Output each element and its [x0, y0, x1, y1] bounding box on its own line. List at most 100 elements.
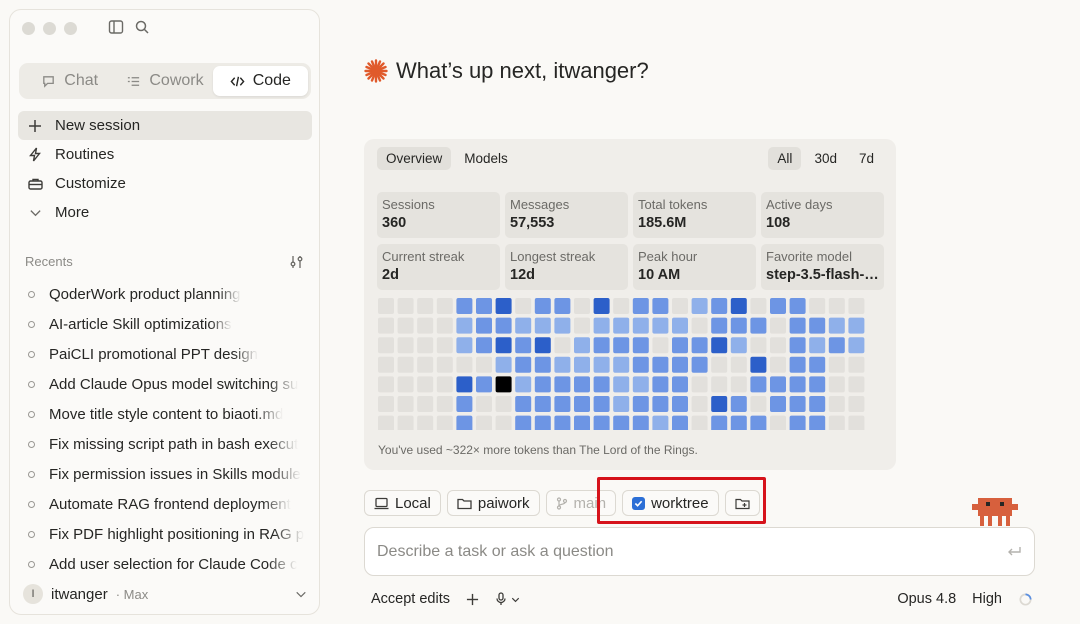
- plus-icon[interactable]: [466, 593, 479, 606]
- prompt-input[interactable]: [377, 542, 1006, 561]
- heatmap-cell: [593, 298, 610, 314]
- effort-selector[interactable]: High: [972, 591, 1002, 607]
- recent-session-item[interactable]: Fix permission issues in Skills module: [24, 459, 304, 489]
- enter-return-icon[interactable]: [1006, 545, 1022, 559]
- window-controls: [22, 22, 77, 35]
- session-status-icon: [28, 500, 35, 508]
- heatmap-cell: [809, 415, 826, 430]
- heatmap-cell: [378, 317, 394, 334]
- stats-grid: Sessions 360 Messages 57,553 Total tokens 185…: [377, 192, 884, 290]
- recent-session-item[interactable]: Fix PDF highlight positioning in RAG p: [24, 519, 304, 549]
- mode-code[interactable]: Code: [212, 66, 308, 96]
- heatmap-cell: [397, 356, 414, 373]
- heatmap-cell: [613, 317, 630, 334]
- recent-session-title: Fix PDF highlight positioning in RAG p: [49, 525, 304, 543]
- close-window-button[interactable]: [22, 22, 35, 35]
- heatmap-cell: [809, 317, 826, 334]
- heatmap-cell: [436, 317, 453, 334]
- activity-heatmap: [378, 298, 865, 430]
- recent-session-item[interactable]: Automate RAG frontend deployment: [24, 489, 304, 519]
- heatmap-cell: [515, 376, 532, 393]
- user-menu[interactable]: I itwanger · Max: [23, 583, 307, 605]
- heatmap-cell: [554, 337, 571, 354]
- folder-chip[interactable]: paiwork: [446, 490, 540, 516]
- stat-label: Messages: [510, 197, 570, 212]
- minimize-window-button[interactable]: [43, 22, 56, 35]
- heatmap-cell: [711, 337, 728, 354]
- heatmap-cell: [809, 356, 826, 373]
- sidebar-item-routines[interactable]: Routines: [18, 140, 312, 169]
- recent-session-item[interactable]: Move title style content to biaoti.md: [24, 399, 304, 429]
- recent-session-item[interactable]: QoderWork product planning: [24, 279, 304, 309]
- heatmap-cell: [534, 317, 551, 334]
- heatmap-cell: [593, 337, 610, 354]
- heatmap-cell: [770, 356, 786, 373]
- environment-local-chip[interactable]: Local: [364, 490, 441, 516]
- mode-code-label: Code: [252, 72, 291, 89]
- recent-session-item[interactable]: Add user selection for Claude Code c: [24, 549, 304, 579]
- heatmap-cell: [515, 415, 532, 430]
- list-icon: [126, 74, 141, 89]
- mode-cowork[interactable]: Cowork: [117, 66, 212, 96]
- recent-session-title: Move title style content to biaoti.md: [49, 405, 284, 423]
- recent-session-item[interactable]: Add Claude Opus model switching su: [24, 369, 304, 399]
- recent-session-item[interactable]: AI-article Skill optimizations: [24, 309, 304, 339]
- composer-toolbar: Accept edits Opus 4.8 High: [371, 588, 1033, 610]
- sidebar-item-customize[interactable]: Customize: [18, 169, 312, 198]
- mode-cowork-label: Cowork: [149, 72, 204, 89]
- heatmap-cell: [397, 317, 414, 334]
- stat-value: 57,553: [510, 215, 555, 231]
- heatmap-cell: [378, 396, 394, 412]
- accept-edits-button[interactable]: Accept edits: [371, 591, 450, 607]
- heatmap-cell: [574, 356, 590, 373]
- heatmap-cell: [632, 376, 649, 393]
- heatmap-cell: [574, 415, 590, 430]
- heatmap-cell: [828, 298, 845, 314]
- model-selector[interactable]: Opus 4.8: [897, 591, 956, 607]
- heatmap-cell: [828, 317, 845, 334]
- recent-session-item[interactable]: Fix missing script path in bash execut: [24, 429, 304, 459]
- prompt-input-box: [364, 527, 1035, 576]
- session-status-icon: [28, 560, 35, 568]
- range-30d[interactable]: 30d: [805, 147, 846, 170]
- heatmap-cell: [515, 317, 532, 334]
- briefcase-icon: [27, 177, 43, 191]
- tab-overview[interactable]: Overview: [377, 147, 452, 170]
- sidebar-item-label: More: [55, 204, 90, 221]
- heatmap-cell: [574, 396, 590, 412]
- sidebar-toggle-icon[interactable]: [108, 19, 124, 35]
- filter-sliders-icon[interactable]: [289, 255, 305, 269]
- chevron-down-icon: [511, 597, 520, 602]
- search-icon[interactable]: [134, 19, 150, 35]
- range-all[interactable]: All: [768, 147, 802, 170]
- heatmap-cell: [436, 376, 453, 393]
- heatmap-cell: [672, 317, 688, 334]
- heatmap-cell: [554, 317, 571, 334]
- loading-spinner-icon: [1018, 592, 1033, 607]
- stat-label: Current streak: [382, 249, 465, 264]
- sidebar-item-more[interactable]: More: [18, 198, 312, 227]
- heatmap-cell: [770, 376, 786, 393]
- range-7d[interactable]: 7d: [850, 147, 883, 170]
- heatmap-cell: [730, 317, 747, 334]
- session-status-icon: [28, 380, 35, 388]
- heatmap-cell: [711, 415, 728, 430]
- heatmap-cell: [672, 376, 688, 393]
- microphone-icon[interactable]: [495, 592, 520, 606]
- heatmap-cell: [534, 337, 551, 354]
- stat-card: Sessions 360: [377, 192, 500, 238]
- heatmap-cell: [652, 317, 669, 334]
- recent-session-item[interactable]: PaiCLI promotional PPT design: [24, 339, 304, 369]
- maximize-window-button[interactable]: [64, 22, 77, 35]
- sidebar-item-new-session[interactable]: New session: [18, 111, 312, 140]
- heatmap-cell: [789, 317, 806, 334]
- user-plan: · Max: [115, 586, 149, 602]
- heatmap-cell: [730, 298, 747, 314]
- heatmap-cell: [770, 337, 786, 354]
- code-icon: [230, 74, 245, 89]
- heatmap-cell: [770, 396, 786, 412]
- mode-chat[interactable]: Chat: [22, 66, 117, 96]
- heatmap-cell: [417, 356, 434, 373]
- recent-session-title: Add user selection for Claude Code c: [49, 555, 298, 573]
- tab-models[interactable]: Models: [455, 147, 517, 170]
